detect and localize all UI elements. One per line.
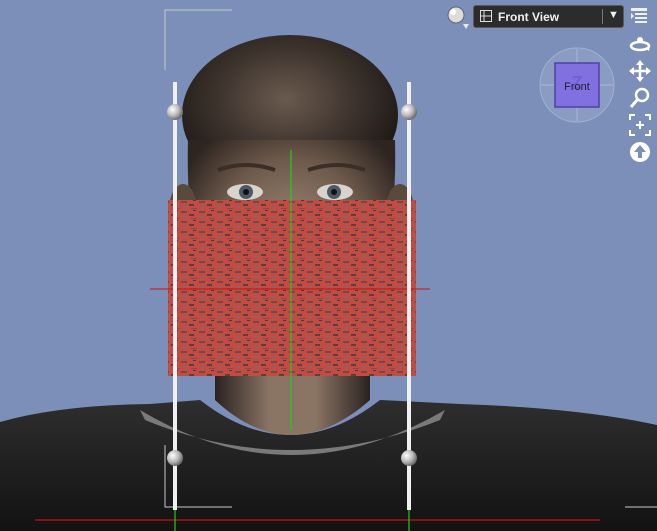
view-selector-label: Front View	[498, 10, 560, 24]
view-grid-icon	[480, 10, 492, 22]
viewport-3d[interactable]: Front View ▼ Z Front	[0, 0, 657, 531]
handle-top-right	[401, 104, 417, 120]
pan-icon[interactable]	[629, 60, 651, 82]
chevron-down-icon: ▼	[608, 9, 619, 21]
rail-right	[407, 82, 411, 510]
navigation-cube[interactable]: Z Front	[539, 47, 615, 123]
dropdown-divider	[602, 9, 603, 24]
handle-bottom-right	[401, 450, 417, 466]
render-sphere-icon[interactable]	[446, 5, 469, 29]
view-selector-dropdown[interactable]: Front View ▼	[473, 5, 624, 28]
viewport-menu-icon[interactable]	[631, 8, 647, 24]
orbit-icon[interactable]	[629, 34, 651, 56]
frame-icon[interactable]	[629, 114, 651, 136]
handle-top-left	[167, 104, 183, 120]
handle-bottom-left	[167, 450, 183, 466]
aim-icon[interactable]	[629, 141, 651, 163]
zoom-icon[interactable]	[629, 87, 651, 109]
rail-left	[173, 82, 177, 510]
navcube-face-label: Front	[564, 81, 590, 93]
